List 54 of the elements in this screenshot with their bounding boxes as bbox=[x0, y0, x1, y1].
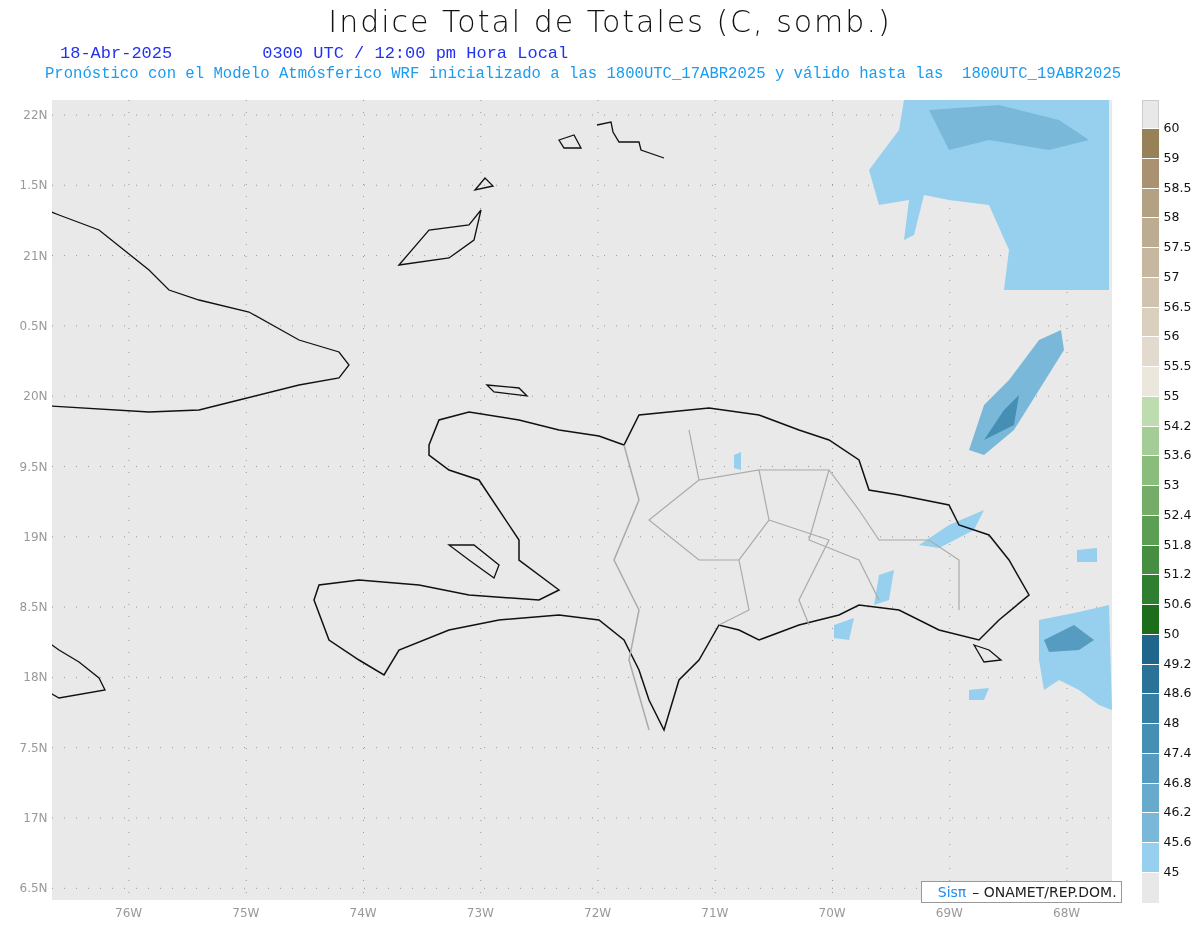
legend-label: 45 bbox=[1163, 863, 1180, 880]
legend-label: 52.4 bbox=[1163, 506, 1192, 523]
longitude-label: 69W bbox=[935, 906, 963, 920]
latitude-label: 21N bbox=[23, 248, 48, 263]
legend-label: 53.6 bbox=[1163, 447, 1192, 464]
longitude-label: 75W bbox=[232, 906, 260, 920]
legend-label: 58 bbox=[1163, 209, 1180, 226]
legend-label: 48 bbox=[1163, 715, 1180, 731]
latitude-label: 6.5N bbox=[19, 881, 48, 896]
legend-label: 50 bbox=[1163, 625, 1180, 642]
longitude-label: 76W bbox=[115, 906, 143, 920]
legend-label: 58.5 bbox=[1163, 179, 1192, 196]
credit-text: – ONAMET/REP.DOM. bbox=[972, 884, 1117, 900]
legend-label: 60 bbox=[1163, 120, 1180, 136]
legend-label: 45.6 bbox=[1163, 834, 1192, 850]
legend-label: 51.2 bbox=[1163, 566, 1192, 583]
latitude-label: 9.5N bbox=[19, 459, 48, 474]
legend-label: 57.5 bbox=[1163, 239, 1192, 255]
legend-label: 49.2 bbox=[1163, 655, 1192, 672]
latitude-label: 0.5N bbox=[19, 318, 48, 333]
latitude-label: 18N bbox=[23, 670, 48, 685]
credit-logo: Sisπ bbox=[937, 884, 967, 900]
map-title: Indice Total de Totales (C, somb.) bbox=[328, 4, 892, 40]
longitude-label: 68W bbox=[1053, 906, 1081, 920]
forecast-subtitle: Pronóstico con el Modelo Atmósferico WRF inicializado a las 1800UTC_17ABR2025 y válido hasta las 1800UTC_19ABR2025 bbox=[44, 64, 1123, 84]
legend-label: 55 bbox=[1163, 387, 1180, 404]
forecast-time: 0300 UTC / 12:00 pm Hora Local bbox=[262, 44, 569, 64]
forecast-date: 18-Abr-2025 bbox=[60, 44, 173, 64]
longitude-label: 70W bbox=[818, 906, 846, 920]
latitude-label: 17N bbox=[23, 811, 48, 825]
longitude-label: 73W bbox=[466, 906, 494, 920]
legend-label: 46.2 bbox=[1163, 804, 1192, 821]
legend-label: 51.8 bbox=[1163, 536, 1192, 553]
latitude-label: 1.5N bbox=[19, 178, 48, 193]
legend-label: 55.5 bbox=[1163, 358, 1192, 374]
legend-label: 57 bbox=[1163, 268, 1180, 285]
legend-label: 56.5 bbox=[1163, 298, 1192, 315]
legend-label: 48.6 bbox=[1163, 685, 1192, 702]
colorbar-end bbox=[1141, 100, 1159, 128]
legend-label: 56 bbox=[1163, 328, 1180, 345]
longitude-label: 74W bbox=[349, 906, 377, 920]
latitude-label: 19N bbox=[23, 529, 48, 544]
longitude-label: 72W bbox=[584, 906, 612, 920]
legend-label: 50.6 bbox=[1163, 596, 1192, 612]
latitude-label: 8.5N bbox=[19, 600, 48, 615]
legend-label: 53 bbox=[1163, 477, 1180, 493]
legend-label: 54.2 bbox=[1163, 417, 1192, 434]
latitude-label: 7.5N bbox=[19, 740, 48, 755]
legend-label: 46.8 bbox=[1163, 774, 1192, 791]
legend-label: 47.4 bbox=[1163, 744, 1192, 761]
latitude-label: 22N bbox=[23, 108, 48, 122]
legend-label: 59 bbox=[1163, 149, 1180, 166]
latitude-label: 20N bbox=[23, 389, 48, 404]
longitude-label: 71W bbox=[701, 906, 729, 920]
